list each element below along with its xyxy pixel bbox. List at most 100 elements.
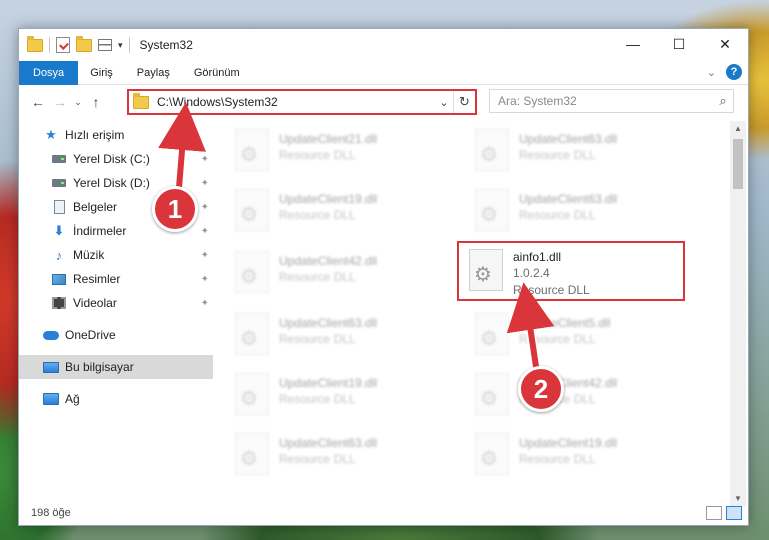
- sidebar-item-this-pc[interactable]: Bu bilgisayar: [19, 355, 213, 379]
- file-tile[interactable]: UpdateClient5.dll Resource DLL: [465, 309, 685, 365]
- ribbon-expand-icon[interactable]: ⌄: [707, 66, 716, 79]
- pin-icon[interactable]: ✦: [201, 202, 209, 213]
- pin-icon[interactable]: ✦: [201, 226, 209, 237]
- address-bar[interactable]: C:\Windows\System32 ⌄ ↻: [127, 89, 477, 115]
- dll-file-icon: [235, 313, 269, 355]
- tab-giris[interactable]: Giriş: [78, 61, 125, 85]
- sidebar-item-label: Bu bilgisayar: [65, 360, 134, 374]
- back-button[interactable]: ←: [27, 94, 49, 110]
- sidebar-item-label: Videolar: [73, 296, 117, 310]
- sidebar-item-label: Yerel Disk (D:): [73, 176, 150, 190]
- sidebar-item-label: Yerel Disk (C:): [73, 152, 150, 166]
- sidebar-item-label: OneDrive: [65, 328, 116, 342]
- file-description: Resource DLL: [279, 392, 356, 406]
- file-tile[interactable]: UpdateClient63.dll Resource DLL: [225, 309, 445, 365]
- file-description: Resource DLL: [279, 452, 356, 466]
- file-meta: UpdateClient19.dll Resource DLL: [519, 435, 617, 468]
- window-controls: — ☐ ✕: [610, 29, 748, 59]
- dll-file-icon: [235, 189, 269, 231]
- customize-dropdown[interactable]: ▾: [118, 40, 123, 51]
- file-tile[interactable]: UpdateClient42.dllResource DLL: [465, 369, 685, 425]
- dll-file-icon: [469, 249, 503, 291]
- maximize-button[interactable]: ☐: [656, 29, 702, 59]
- file-tile[interactable]: UpdateClient63.dll Resource DLL: [465, 125, 685, 181]
- file-tile[interactable]: UpdateClient42.dllResource DLL: [225, 247, 445, 303]
- music-icon: ♪: [55, 247, 63, 263]
- file-description: Resource DLL: [279, 270, 356, 284]
- tiles-view-icon[interactable]: [726, 506, 742, 520]
- file-meta: UpdateClient21.dll Resource DLL: [279, 131, 377, 164]
- dll-file-icon: [475, 313, 509, 355]
- dll-file-icon: [235, 373, 269, 415]
- drive-icon: [51, 151, 67, 167]
- file-name: UpdateClient19.dll: [279, 192, 378, 206]
- file-meta: UpdateClient63.dll Resource DLL: [519, 191, 617, 224]
- pin-icon[interactable]: ✦: [201, 274, 209, 285]
- search-box[interactable]: Ara: System32 ⌕: [489, 89, 734, 113]
- file-meta: UpdateClient5.dll Resource DLL: [519, 315, 610, 348]
- file-description: Resource DLL: [519, 208, 596, 222]
- toolbar-divider: [128, 37, 130, 53]
- pin-icon[interactable]: ✦: [201, 154, 209, 165]
- file-list: UpdateClient21.dllResource DLLUpdateClie…: [225, 123, 730, 503]
- search-input[interactable]: Ara: System32: [498, 94, 713, 108]
- up-button[interactable]: ↑: [85, 94, 107, 110]
- file-meta: UpdateClient19.dll Resource DLL: [279, 191, 377, 224]
- file-tile-selected[interactable]: ainfo1.dll 1.0.2.4 Resource DLL: [457, 241, 685, 301]
- address-dropdown-icon[interactable]: ⌄: [435, 96, 453, 109]
- file-meta: UpdateClient63.dll Resource DLL: [279, 315, 377, 348]
- dll-file-icon: [235, 433, 269, 475]
- sidebar-item-network[interactable]: Ağ: [19, 387, 213, 411]
- file-tile[interactable]: UpdateClient63.dll Resource DLL: [465, 185, 685, 241]
- file-tile[interactable]: UpdateClient19.dll Resource DLL: [225, 369, 445, 425]
- file-tile[interactable]: UpdateClient19.dll Resource DLL: [225, 185, 445, 241]
- scrollbar-thumb[interactable]: [733, 139, 743, 189]
- file-name: UpdateClient21.dll: [279, 132, 378, 146]
- pin-icon[interactable]: ✦: [201, 250, 209, 261]
- sidebar-item-pictures[interactable]: Resimler ✦: [19, 267, 213, 291]
- sidebar-item-music[interactable]: ♪ Müzik ✦: [19, 243, 213, 267]
- file-description: Resource DLL: [519, 332, 596, 346]
- file-tile[interactable]: UpdateClient19.dll Resource DLL: [465, 429, 685, 485]
- sidebar-item-videos[interactable]: Videolar ✦: [19, 291, 213, 315]
- tab-paylas[interactable]: Paylaş: [125, 61, 182, 85]
- recent-locations-button[interactable]: ⌄: [71, 97, 85, 108]
- sidebar-item-label: Hızlı erişim: [65, 128, 125, 142]
- file-tile[interactable]: UpdateClient63.dll Resource DLL: [225, 429, 445, 485]
- close-button[interactable]: ✕: [702, 29, 748, 59]
- tab-gorunum[interactable]: Görünüm: [182, 61, 252, 85]
- drive-icon: [51, 175, 67, 191]
- properties-icon[interactable]: [56, 37, 70, 53]
- dll-file-icon: [235, 129, 269, 171]
- address-path[interactable]: C:\Windows\System32: [157, 95, 435, 109]
- sidebar-item-label: Müzik: [73, 248, 105, 262]
- file-description: Resource DLL: [279, 208, 356, 222]
- tab-dosya[interactable]: Dosya: [19, 60, 79, 85]
- customize-icon[interactable]: [98, 39, 112, 51]
- sidebar-item-local-disk-c[interactable]: Yerel Disk (C:) ✦: [19, 147, 213, 171]
- scroll-up-icon[interactable]: ▲: [730, 121, 746, 137]
- help-icon[interactable]: ?: [726, 64, 742, 80]
- computer-icon: [43, 359, 59, 375]
- new-folder-icon[interactable]: [76, 35, 92, 52]
- network-icon: [43, 391, 59, 407]
- file-explorer-window: ▾ System32 — ☐ ✕ Dosya Giriş Paylaş Görü…: [18, 28, 749, 526]
- forward-button[interactable]: →: [49, 94, 71, 110]
- file-tile[interactable]: UpdateClient21.dll Resource DLL: [225, 125, 445, 181]
- dll-file-icon: [475, 189, 509, 231]
- refresh-icon[interactable]: ↻: [453, 91, 475, 113]
- file-name: UpdateClient5.dll: [519, 316, 611, 330]
- pin-icon[interactable]: ✦: [201, 178, 209, 189]
- file-meta: ainfo1.dll 1.0.2.4 Resource DLL: [513, 249, 590, 299]
- file-name: UpdateClient63.dll: [279, 436, 378, 450]
- sidebar-item-onedrive[interactable]: OneDrive: [19, 323, 213, 347]
- vertical-scrollbar[interactable]: ▲ ▼: [730, 121, 746, 507]
- file-name: UpdateClient19.dll: [279, 376, 378, 390]
- search-icon[interactable]: ⌕: [713, 93, 733, 109]
- minimize-button[interactable]: —: [610, 29, 656, 59]
- pin-icon[interactable]: ✦: [201, 298, 209, 309]
- details-view-icon[interactable]: [706, 506, 722, 520]
- file-description: Resource DLL: [279, 332, 356, 346]
- file-description: Resource DLL: [513, 283, 590, 297]
- sidebar-item-quick-access[interactable]: ★ Hızlı erişim: [19, 123, 213, 147]
